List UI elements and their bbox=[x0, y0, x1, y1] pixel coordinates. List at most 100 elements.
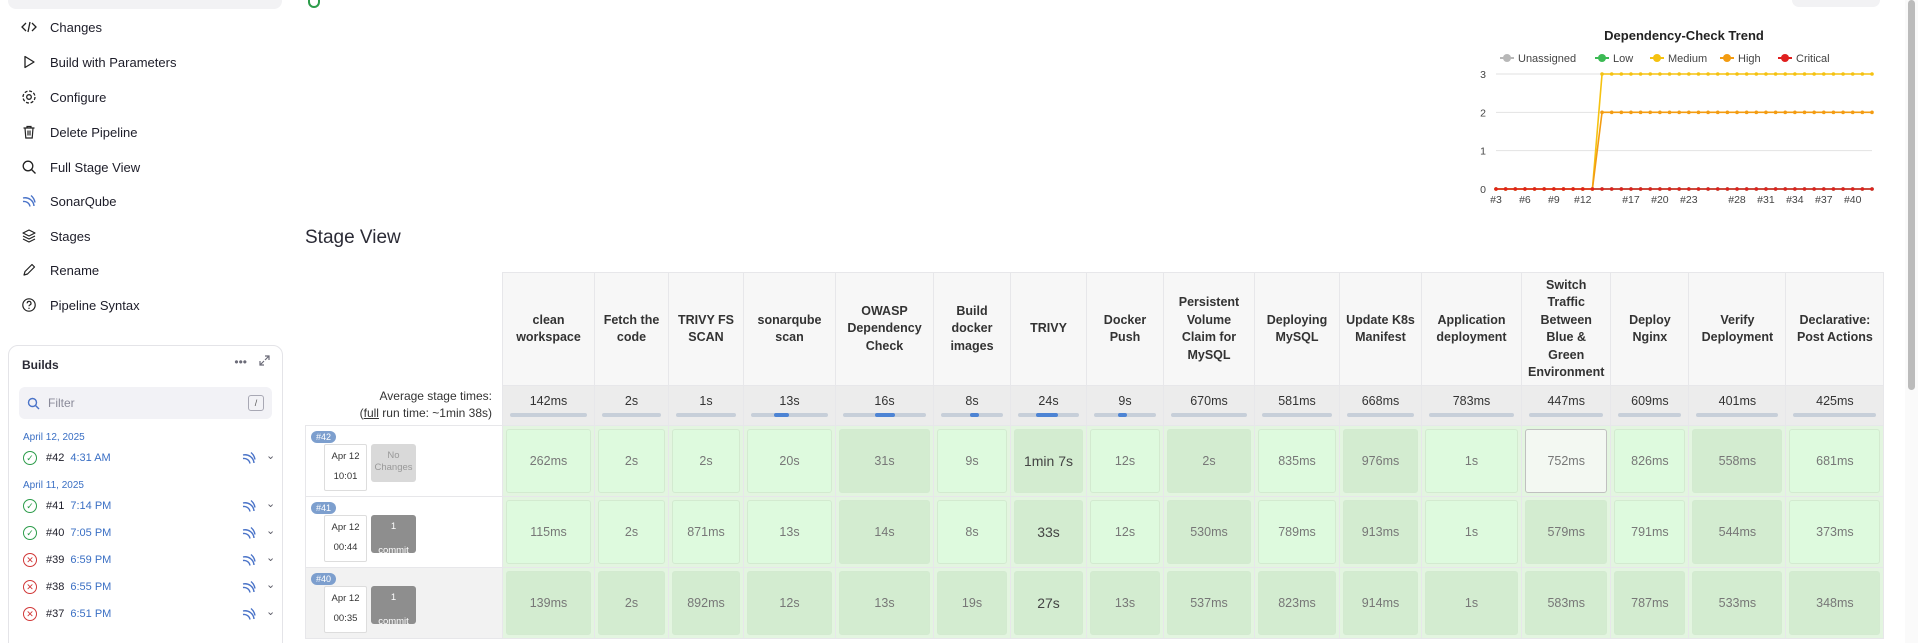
stage-cell[interactable]: 13s bbox=[835, 567, 934, 639]
chevron-down-icon[interactable]: ⌄ bbox=[266, 605, 275, 618]
stage-cell[interactable]: 1s bbox=[1421, 496, 1522, 568]
stage-cell[interactable]: 27s bbox=[1010, 567, 1087, 639]
stage-cell[interactable]: 787ms bbox=[1610, 567, 1690, 639]
expand-icon[interactable] bbox=[259, 355, 270, 369]
build-row[interactable]: ✕ #39 6:59 PM ⌄ bbox=[23, 551, 275, 571]
stage-cell[interactable]: 262ms bbox=[502, 425, 595, 497]
stage-cell[interactable]: 537ms bbox=[1163, 567, 1255, 639]
stage-cell[interactable]: 12s bbox=[743, 567, 836, 639]
sonarqube-icon[interactable] bbox=[241, 552, 257, 571]
sidebar-item-build-with-parameters[interactable]: Build with Parameters bbox=[20, 50, 176, 74]
stage-cell[interactable]: 835ms bbox=[1254, 425, 1340, 497]
stage-cell[interactable]: 826ms bbox=[1610, 425, 1690, 497]
stage-cell[interactable]: 1s bbox=[1421, 567, 1522, 639]
sidebar-item-stages[interactable]: Stages bbox=[20, 224, 90, 248]
build-time[interactable]: 6:59 PM bbox=[70, 554, 111, 566]
chevron-down-icon[interactable]: ⌄ bbox=[266, 551, 275, 564]
stage-cell[interactable]: 12s bbox=[1086, 425, 1164, 497]
stage-cell[interactable]: 14s bbox=[835, 496, 934, 568]
build-row[interactable]: ✓ #42 4:31 AM ⌄ bbox=[23, 449, 275, 469]
stage-cell[interactable]: 789ms bbox=[1254, 496, 1340, 568]
sonarqube-icon[interactable] bbox=[241, 579, 257, 598]
sidebar-item-rename[interactable]: Rename bbox=[20, 258, 99, 282]
page-scrollbar[interactable] bbox=[1905, 0, 1918, 643]
sidebar-item-full-stage-view[interactable]: Full Stage View bbox=[20, 155, 140, 179]
stage-cell[interactable]: 530ms bbox=[1163, 496, 1255, 568]
build-row[interactable]: ✕ #37 6:51 PM ⌄ bbox=[23, 605, 275, 625]
build-row[interactable]: ✕ #38 6:55 PM ⌄ bbox=[23, 578, 275, 598]
sonarqube-icon[interactable] bbox=[241, 525, 257, 544]
stage-cell[interactable]: 19s bbox=[933, 567, 1011, 639]
build-time[interactable]: 7:05 PM bbox=[70, 527, 111, 539]
top-right-control[interactable] bbox=[1792, 0, 1880, 7]
stage-cell[interactable]: 583ms bbox=[1520, 567, 1612, 639]
sidebar-item-delete-pipeline[interactable]: Delete Pipeline bbox=[20, 120, 137, 144]
build-time[interactable]: 7:14 PM bbox=[70, 500, 111, 512]
stage-cell[interactable]: 348ms bbox=[1785, 567, 1885, 639]
builds-filter-input[interactable]: Filter / bbox=[19, 387, 272, 419]
stage-cell[interactable]: 914ms bbox=[1339, 567, 1422, 639]
stage-cell[interactable]: 373ms bbox=[1785, 496, 1885, 568]
stage-cell[interactable]: 2s bbox=[668, 425, 744, 497]
stage-cell[interactable]: 2s bbox=[594, 496, 669, 568]
stage-cell[interactable]: 871ms bbox=[668, 496, 744, 568]
stage-cell[interactable]: 791ms bbox=[1610, 496, 1690, 568]
stage-cell[interactable]: 13s bbox=[743, 496, 836, 568]
sidebar-item-pipeline-syntax[interactable]: Pipeline Syntax bbox=[20, 293, 140, 317]
stage-average-time: 401ms bbox=[1688, 385, 1787, 426]
dependency-check-trend-chart[interactable]: Dependency-Check Trend Unassigned Low Mediu… bbox=[1460, 26, 1880, 211]
build-badge[interactable]: #42 bbox=[311, 431, 337, 443]
stage-cell[interactable]: 892ms bbox=[668, 567, 744, 639]
stage-cell[interactable]: 823ms bbox=[1254, 567, 1340, 639]
data-point bbox=[1715, 72, 1720, 76]
build-time[interactable]: 6:55 PM bbox=[70, 581, 111, 593]
build-row[interactable]: ✓ #41 7:14 PM ⌄ bbox=[23, 497, 275, 517]
stage-cell[interactable]: 1min 7s bbox=[1010, 425, 1087, 497]
stage-cell[interactable]: 533ms bbox=[1688, 567, 1787, 639]
stage-cell[interactable]: 20s bbox=[743, 425, 836, 497]
full-run-link[interactable]: full bbox=[364, 406, 379, 420]
stage-cell[interactable]: 2s bbox=[594, 425, 669, 497]
stage-cell[interactable]: 544ms bbox=[1688, 496, 1787, 568]
stage-duration: 27s bbox=[1014, 571, 1083, 635]
sidebar-item-configure[interactable]: Configure bbox=[20, 85, 106, 109]
sidebar-item-sonarqube[interactable]: SonarQube bbox=[20, 189, 117, 213]
stage-cell[interactable]: 9s bbox=[933, 425, 1011, 497]
build-time[interactable]: 6:51 PM bbox=[70, 608, 111, 620]
stage-cell[interactable]: 139ms bbox=[502, 567, 595, 639]
stage-cell[interactable]: 913ms bbox=[1339, 496, 1422, 568]
changes-box[interactable]: 1 commit bbox=[371, 586, 416, 627]
build-badge[interactable]: #40 bbox=[311, 573, 337, 585]
stage-cell[interactable]: 752ms bbox=[1520, 425, 1612, 497]
build-row[interactable]: ✓ #40 7:05 PM ⌄ bbox=[23, 524, 275, 544]
stage-cell[interactable]: 976ms bbox=[1339, 425, 1422, 497]
data-point bbox=[1609, 72, 1614, 76]
stage-cell[interactable]: 13s bbox=[1086, 567, 1164, 639]
chevron-down-icon[interactable]: ⌄ bbox=[266, 449, 275, 462]
sidebar-item-changes[interactable]: Changes bbox=[20, 15, 102, 39]
build-time[interactable]: 4:31 AM bbox=[70, 452, 110, 464]
stage-cell[interactable]: 12s bbox=[1086, 496, 1164, 568]
chevron-down-icon[interactable]: ⌄ bbox=[266, 497, 275, 510]
stage-cell[interactable]: 681ms bbox=[1785, 425, 1885, 497]
stage-cell[interactable]: 33s bbox=[1010, 496, 1087, 568]
data-point bbox=[1542, 187, 1547, 191]
sidebar-top-item[interactable] bbox=[8, 0, 282, 9]
stage-cell[interactable]: 579ms bbox=[1520, 496, 1612, 568]
stage-cell[interactable]: 2s bbox=[1163, 425, 1255, 497]
more-options-icon[interactable]: ••• bbox=[234, 355, 247, 369]
stage-cell[interactable]: 2s bbox=[594, 567, 669, 639]
sonarqube-icon[interactable] bbox=[241, 450, 257, 469]
scrollbar-thumb[interactable] bbox=[1908, 0, 1915, 390]
sonarqube-icon[interactable] bbox=[241, 498, 257, 517]
stage-cell[interactable]: 558ms bbox=[1688, 425, 1787, 497]
stage-cell[interactable]: 115ms bbox=[502, 496, 595, 568]
changes-box[interactable]: 1 commit bbox=[371, 515, 416, 556]
stage-cell[interactable]: 1s bbox=[1421, 425, 1522, 497]
sonarqube-icon[interactable] bbox=[241, 606, 257, 625]
stage-cell[interactable]: 8s bbox=[933, 496, 1011, 568]
stage-cell[interactable]: 31s bbox=[835, 425, 934, 497]
chevron-down-icon[interactable]: ⌄ bbox=[266, 578, 275, 591]
build-badge[interactable]: #41 bbox=[311, 502, 337, 514]
chevron-down-icon[interactable]: ⌄ bbox=[266, 524, 275, 537]
